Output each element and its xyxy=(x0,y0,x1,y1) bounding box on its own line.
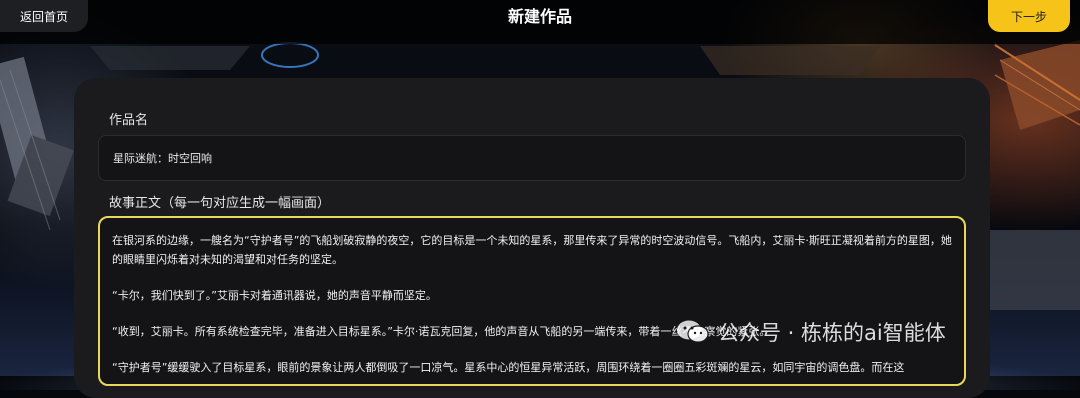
story-paragraph: 在银河系的边缘，一艘名为“守护者号”的飞船划破寂静的夜空，它的目标是一个未知的星… xyxy=(112,234,952,266)
story-text-label: 故事正文（每一句对应生成一幅画面） xyxy=(109,196,331,211)
story-paragraph: “收到，艾丽卡。所有系统检查完毕，准备进入目标星系。”卡尔·诺瓦克回复，他的声音… xyxy=(112,325,771,338)
story-paragraph: “守护者号”缓缓驶入了目标星系，眼前的景象让两人都倒吸了一口凉气。星系中心的恒星… xyxy=(112,361,905,374)
story-paragraph: “卡尔，我们快到了。”艾丽卡对着通讯器说，她的声音平静而坚定。 xyxy=(112,289,437,302)
work-name-label: 作品名 xyxy=(109,113,149,128)
top-bar xyxy=(0,0,1080,44)
work-name-input[interactable]: 星际迷航：时空回响 xyxy=(98,135,966,181)
next-step-button[interactable]: 下一步 xyxy=(988,0,1070,32)
story-textarea[interactable]: 在银河系的边缘，一艘名为“守护者号”的飞船划破寂静的夜空，它的目标是一个未知的星… xyxy=(98,216,966,386)
back-home-button[interactable]: 返回首页 xyxy=(0,0,88,32)
